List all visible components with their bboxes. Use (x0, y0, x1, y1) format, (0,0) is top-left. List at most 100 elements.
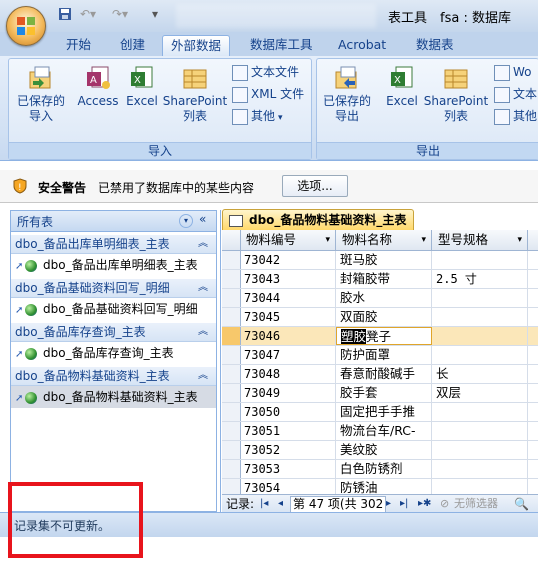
row-selector[interactable] (222, 365, 241, 383)
cell-spec[interactable] (432, 251, 528, 269)
shutter-bar-close-icon[interactable]: « (199, 212, 206, 226)
cell-id[interactable]: 73046 (240, 327, 336, 345)
column-header-partial[interactable] (528, 230, 538, 250)
cell-name-editing[interactable]: 塑胶凳子 (336, 327, 432, 345)
chevron-down-icon[interactable]: ▾ (421, 230, 426, 250)
row-selector[interactable] (222, 346, 241, 364)
cell-spec[interactable]: 双层 (432, 384, 528, 402)
cell-spec[interactable] (432, 479, 528, 494)
import-sharepoint-button[interactable]: SharePoint 列表 (162, 64, 228, 124)
column-header-name[interactable]: 物料名称 ▾ (336, 230, 432, 250)
cell-name[interactable]: 固定把手手推 (336, 403, 432, 421)
import-excel-button[interactable]: X Excel (122, 64, 162, 109)
nav-pane-header[interactable]: 所有表 ▾ « (11, 211, 216, 232)
cell-id[interactable]: 73043 (240, 270, 336, 288)
cell-spec[interactable] (432, 327, 528, 345)
export-word-button[interactable]: Wo (494, 63, 532, 81)
cell-spec[interactable] (432, 460, 528, 478)
nav-item-table-1[interactable]: ➚ dbo_备品出库单明细表_主表 (11, 254, 216, 276)
row-selector[interactable] (222, 479, 241, 494)
row-selector[interactable] (222, 422, 241, 440)
customize-qat-icon[interactable]: ▾ (152, 7, 158, 25)
table-row[interactable]: 73053 白色防锈剂 (222, 460, 538, 479)
nav-item-table-4[interactable]: ➚ dbo_备品物料基础资料_主表 (11, 386, 216, 408)
cell-spec[interactable] (432, 308, 528, 326)
import-text-file-button[interactable]: 文本文件 (232, 63, 299, 81)
cell-name[interactable]: 胶手套 (336, 384, 432, 402)
table-row[interactable]: 73048 春意耐酸碱手长 (222, 365, 538, 384)
cell-id[interactable]: 73050 (240, 403, 336, 421)
nav-pane-menu-icon[interactable]: ▾ (179, 214, 193, 228)
chevron-down-icon[interactable]: ▾ (517, 230, 522, 250)
row-selector[interactable] (222, 289, 241, 307)
chevron-down-icon[interactable]: ▾ (325, 230, 330, 250)
column-header-id[interactable]: 物料编号 ▾ (240, 230, 336, 250)
new-record-icon[interactable]: ▸✱ (418, 495, 431, 513)
nav-group-header-4[interactable]: dbo_备品物料基础资料_主表 ︽ (11, 367, 216, 386)
current-record-input[interactable]: 第 47 项(共 302 (290, 496, 387, 513)
cell-id[interactable]: 73042 (240, 251, 336, 269)
cell-name[interactable]: 胶水 (336, 289, 432, 307)
cell-id[interactable]: 73053 (240, 460, 336, 478)
previous-record-icon[interactable]: ◂ (278, 495, 283, 513)
next-record-icon[interactable]: ▸ (386, 495, 391, 513)
nav-item-table-3[interactable]: ➚ dbo_备品库存查询_主表 (11, 342, 216, 364)
table-row[interactable]: 73049 胶手套 双层 (222, 384, 538, 403)
table-row[interactable]: 73043 封箱胶带 2.5 寸 (222, 270, 538, 289)
table-row[interactable]: 73052 美纹胶 (222, 441, 538, 460)
undo-icon[interactable]: ↶▾ (80, 7, 96, 25)
column-header-spec[interactable]: 型号规格 ▾ (432, 230, 528, 250)
cell-name[interactable]: 美纹胶 (336, 441, 432, 459)
cell-spec[interactable] (432, 422, 528, 440)
cell-name[interactable]: 封箱胶带 (336, 270, 432, 288)
cell-id[interactable]: 73047 (240, 346, 336, 364)
cell-id[interactable]: 73044 (240, 289, 336, 307)
export-excel-button[interactable]: X Excel (382, 64, 422, 109)
cell-name[interactable]: 防护面罩 (336, 346, 432, 364)
redo-icon[interactable]: ↷▾ (112, 7, 128, 25)
nav-group-header-3[interactable]: dbo_备品库存查询_主表 ︽ (11, 323, 216, 342)
row-selector[interactable] (222, 384, 241, 402)
row-selector[interactable] (222, 308, 241, 326)
table-row[interactable]: 73047 防护面罩 (222, 346, 538, 365)
tab-datasheet[interactable]: 数据表 (408, 35, 462, 55)
cell-id[interactable]: 73052 (240, 441, 336, 459)
cell-id[interactable]: 73045 (240, 308, 336, 326)
cell-id[interactable]: 73054 (240, 479, 336, 494)
saved-imports-button[interactable]: 已保存的 导入 (12, 64, 70, 124)
first-record-icon[interactable]: |◂ (260, 495, 268, 513)
cell-spec[interactable] (432, 403, 528, 421)
tab-external-data[interactable]: 外部数据 (162, 35, 231, 56)
table-row[interactable]: 73042 斑马胶 (222, 251, 538, 270)
saved-exports-button[interactable]: 已保存的 导出 (318, 64, 376, 124)
document-tab[interactable]: dbo_备品物料基础资料_主表 (222, 209, 414, 230)
import-more-button[interactable]: 其他 ▾ (232, 107, 283, 125)
row-selector[interactable] (222, 270, 241, 288)
nav-item-table-2[interactable]: ➚ dbo_备品基础资料回写_明细 (11, 298, 216, 320)
cell-spec[interactable] (432, 441, 528, 459)
export-more-button[interactable]: 其他 (494, 107, 537, 125)
table-row[interactable]: 73051 物流台车/RC- (222, 422, 538, 441)
select-all-corner[interactable] (222, 230, 241, 250)
import-xml-file-button[interactable]: XML 文件 (232, 85, 304, 103)
cell-spec[interactable] (432, 289, 528, 307)
row-selector[interactable] (222, 403, 241, 421)
table-row[interactable]: 73044 胶水 (222, 289, 538, 308)
table-row[interactable]: 73045 双面胶 (222, 308, 538, 327)
cell-id[interactable]: 73049 (240, 384, 336, 402)
save-icon[interactable] (58, 7, 72, 25)
cell-spec[interactable]: 长 (432, 365, 528, 383)
office-button[interactable] (6, 6, 46, 46)
cell-spec[interactable] (432, 346, 528, 364)
export-text-button[interactable]: 文本 (494, 85, 537, 103)
cell-id[interactable]: 73048 (240, 365, 336, 383)
tab-database-tools[interactable]: 数据库工具 (242, 35, 321, 55)
tab-acrobat[interactable]: Acrobat (330, 35, 394, 55)
table-row[interactable]: 73050 固定把手手推 (222, 403, 538, 422)
filter-status[interactable]: 无筛选器 (454, 495, 498, 513)
nav-group-header-2[interactable]: dbo_备品基础资料回写_明细 ︽ (11, 279, 216, 298)
cell-name[interactable]: 春意耐酸碱手 (336, 365, 432, 383)
cell-id[interactable]: 73051 (240, 422, 336, 440)
row-selector[interactable] (222, 251, 241, 269)
last-record-icon[interactable]: ▸| (400, 495, 408, 513)
